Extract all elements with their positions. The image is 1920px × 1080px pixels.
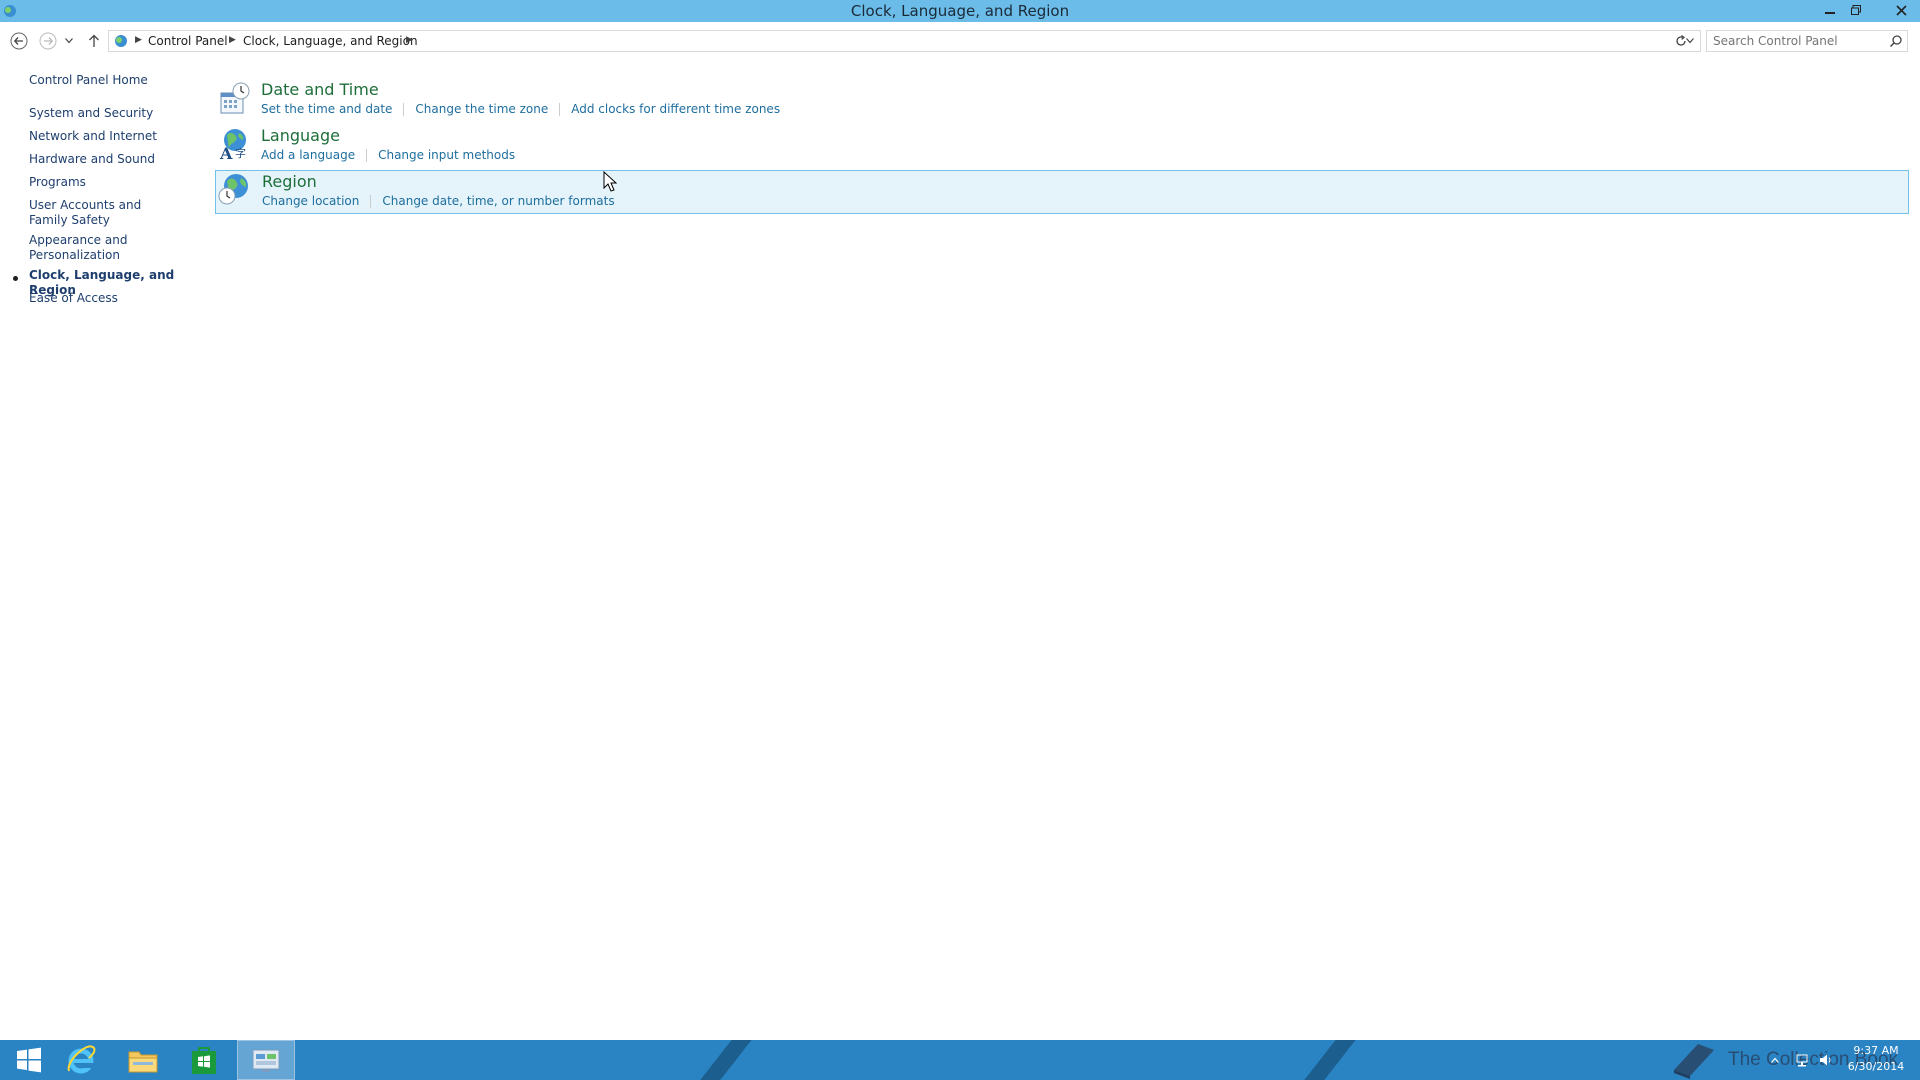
link-divider <box>559 103 561 116</box>
taskbar-internet-explorer[interactable] <box>52 1040 110 1080</box>
taskbar-decoration <box>1288 1040 1364 1080</box>
change-location-link[interactable]: Change location <box>262 194 359 208</box>
start-button[interactable] <box>0 1040 58 1080</box>
category-title[interactable]: Region <box>262 172 317 191</box>
control-panel-icon[interactable] <box>113 33 129 49</box>
search-input[interactable] <box>1707 31 1894 51</box>
taskbar-clock[interactable]: 9:37 AM 6/30/2014 <box>1834 1043 1918 1075</box>
search-icon[interactable] <box>1889 34 1903 48</box>
category-title[interactable]: Language <box>261 126 340 145</box>
back-arrow-icon <box>10 32 28 50</box>
title-bar: Clock, Language, and Region <box>0 0 1920 22</box>
book-icon <box>1674 1044 1714 1079</box>
link-divider <box>403 103 405 116</box>
sidebar-item-network-internet[interactable]: Network and Internet <box>29 129 189 144</box>
change-input-methods-link[interactable]: Change input methods <box>378 148 515 162</box>
close-icon <box>1895 4 1907 16</box>
set-time-date-link[interactable]: Set the time and date <box>261 102 392 116</box>
category-date-and-time[interactable]: Date and Time Set the time and date Chang… <box>215 79 1909 123</box>
folder-icon <box>128 1051 158 1073</box>
network-icon <box>1796 1054 1808 1067</box>
category-title[interactable]: Date and Time <box>261 80 379 99</box>
windows-logo-icon <box>17 1047 41 1073</box>
region-globe-icon <box>218 174 248 205</box>
refresh-button[interactable] <box>1671 31 1691 51</box>
breadcrumb[interactable]: ▶ Control Panel ▶ Clock, Language, and R… <box>108 30 1701 52</box>
show-hidden-icons-button[interactable] <box>1768 1040 1782 1080</box>
restore-icon <box>1851 5 1861 15</box>
breadcrumb-separator-icon[interactable]: ▶ <box>135 35 142 45</box>
taskbar-store[interactable] <box>175 1040 233 1080</box>
sidebar-item-system-security[interactable]: System and Security <box>29 106 189 121</box>
forward-arrow-icon <box>39 32 57 50</box>
close-button[interactable] <box>1882 0 1920 20</box>
sidebar-item-ease-of-access[interactable]: Ease of Access <box>29 291 189 306</box>
calendar-clock-icon <box>220 82 250 114</box>
category-links: Change location Change date, time, or num… <box>262 194 615 208</box>
chevron-up-icon <box>1771 1057 1779 1063</box>
recent-locations-button[interactable] <box>62 30 76 52</box>
svg-text:A: A <box>219 144 233 161</box>
minimize-icon <box>1825 12 1835 14</box>
restore-button[interactable] <box>1843 0 1869 20</box>
change-time-zone-link[interactable]: Change the time zone <box>415 102 548 116</box>
change-formats-link[interactable]: Change date, time, or number formats <box>382 194 614 208</box>
link-divider <box>370 195 372 208</box>
sidebar-home-link[interactable]: Control Panel Home <box>29 73 189 88</box>
speaker-icon <box>1820 1054 1831 1066</box>
mouse-cursor-icon <box>603 171 617 192</box>
refresh-icon <box>1676 35 1686 46</box>
language-globe-icon: A 字 <box>219 129 246 161</box>
window-title: Clock, Language, and Region <box>850 2 1070 20</box>
up-button[interactable] <box>83 30 105 52</box>
breadcrumb-control-panel[interactable]: Control Panel <box>148 34 228 48</box>
sidebar-item-hardware-sound[interactable]: Hardware and Sound <box>29 152 189 167</box>
sidebar-item-programs[interactable]: Programs <box>29 175 189 190</box>
taskbar-file-explorer[interactable] <box>114 1040 172 1080</box>
add-language-link[interactable]: Add a language <box>261 148 355 162</box>
add-clocks-link[interactable]: Add clocks for different time zones <box>571 102 780 116</box>
back-button[interactable] <box>8 30 30 52</box>
internet-explorer-icon <box>67 1045 96 1074</box>
up-arrow-icon <box>89 34 99 47</box>
taskbar-decoration <box>684 1040 760 1080</box>
store-bag-icon <box>192 1047 216 1074</box>
clock-date: 6/30/2014 <box>1847 1060 1905 1073</box>
category-region[interactable]: Region Change location Change date, time,… <box>215 170 1909 214</box>
breadcrumb-current[interactable]: Clock, Language, and Region <box>243 34 418 48</box>
category-links: Add a language Change input methods <box>261 148 515 162</box>
breadcrumb-separator-icon[interactable]: ▶ <box>229 35 236 45</box>
sidebar-item-user-accounts[interactable]: User Accounts and Family Safety <box>29 198 174 228</box>
taskbar: The Collection Book 9:37 AM 6/30/2014 <box>0 1040 1920 1080</box>
network-tray-button[interactable] <box>1790 1040 1814 1080</box>
forward-button[interactable] <box>37 30 59 52</box>
control-panel-icon <box>252 1049 280 1072</box>
breadcrumb-separator-icon[interactable]: ▶ <box>406 35 413 45</box>
chevron-down-icon <box>65 38 73 44</box>
svg-text:字: 字 <box>235 146 246 160</box>
taskbar-control-panel[interactable] <box>237 1040 295 1080</box>
minimize-button[interactable] <box>1817 0 1843 20</box>
link-divider <box>366 149 368 162</box>
current-item-bullet-icon <box>13 276 18 281</box>
search-box[interactable] <box>1706 30 1908 52</box>
address-bar: ▶ Control Panel ▶ Clock, Language, and R… <box>0 22 1920 60</box>
sidebar-item-appearance[interactable]: Appearance and Personalization <box>29 233 129 263</box>
category-language[interactable]: A 字 Language Add a language Change input … <box>215 125 1909 169</box>
category-links: Set the time and date Change the time zon… <box>261 102 780 116</box>
clock-time: 9:37 AM <box>1853 1044 1899 1057</box>
